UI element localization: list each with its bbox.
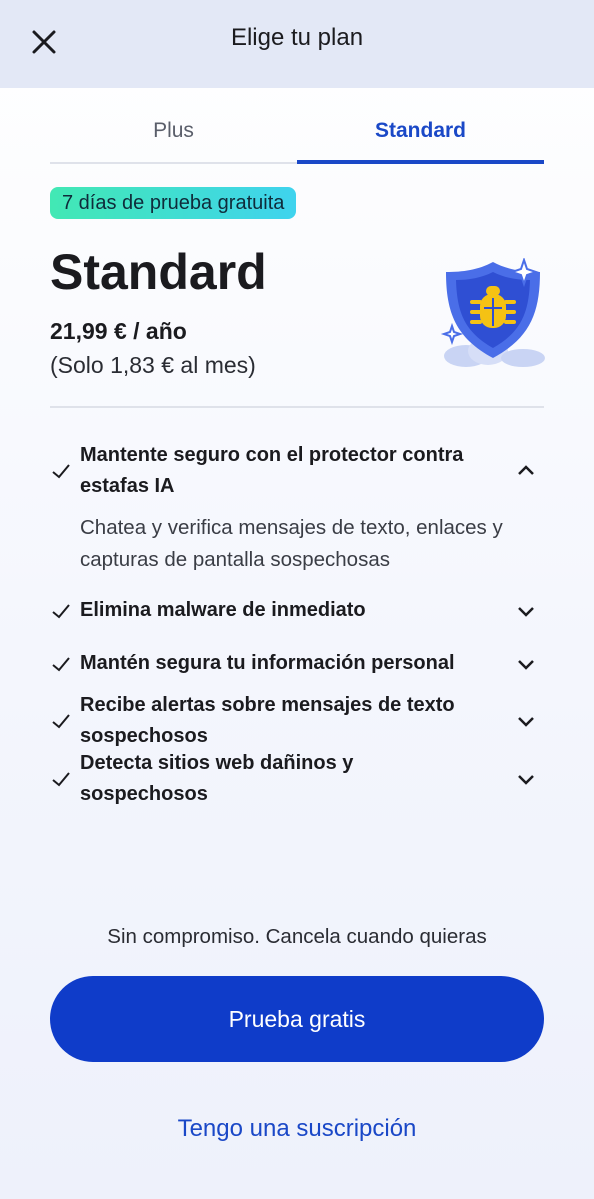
check-icon [52, 714, 70, 729]
feature-item-sms-alerts[interactable]: Recibe alertas sobre mensajes de texto s… [50, 690, 544, 752]
feature-description: Chatea y verifica mensajes de texto, enl… [80, 516, 503, 571]
check-icon [52, 464, 70, 479]
shield-bug-icon [440, 258, 545, 367]
plan-price: 21,99 € / año [50, 318, 187, 344]
feature-item-websites[interactable]: Detecta sitios web dañinos y sospechosos [50, 752, 544, 805]
tab-plus[interactable]: Plus [50, 100, 297, 162]
no-commitment-text: Sin compromiso. Cancela cuando quieras [107, 925, 487, 948]
tab-standard[interactable]: Standard [297, 100, 544, 164]
top-bar: Elige tu plan [0, 0, 594, 88]
plan-monthly-price: (Solo 1,83 € al mes) [50, 352, 256, 378]
divider [50, 406, 544, 408]
chevron-up-icon[interactable] [514, 459, 538, 483]
trial-badge: 7 días de prueba gratuita [50, 187, 297, 219]
feature-title: Recibe alertas sobre mensajes de texto s… [80, 694, 455, 747]
chevron-down-icon[interactable] [514, 709, 538, 733]
plan-tabs: Plus Standard [50, 100, 544, 164]
chevron-down-icon[interactable] [514, 652, 538, 676]
feature-item-scam-protector[interactable]: Mantente seguro con el protector contra … [50, 440, 544, 502]
features-list: Mantente seguro con el protector contra … [50, 440, 544, 805]
have-subscription-link[interactable]: Tengo una suscripción [0, 1115, 594, 1143]
free-trial-button[interactable]: Prueba gratis [50, 976, 544, 1062]
check-icon [52, 656, 70, 671]
check-icon [52, 603, 70, 618]
page-title: Elige tu plan [230, 24, 364, 51]
feature-title: Elimina malware de inmediato [80, 599, 366, 621]
feature-item-malware[interactable]: Elimina malware de inmediato [50, 584, 544, 637]
chevron-down-icon[interactable] [514, 767, 538, 791]
feature-title: Detecta sitios web dañinos y sospechosos [80, 751, 354, 805]
feature-item-personal-info[interactable]: Mantén segura tu información personal [50, 637, 544, 690]
check-icon [52, 771, 70, 786]
chevron-down-icon[interactable] [514, 599, 538, 623]
feature-title: Mantente seguro con el protector contra … [80, 444, 464, 497]
feature-title: Mantén segura tu información personal [80, 652, 455, 674]
plan-name: Standard [50, 244, 267, 300]
